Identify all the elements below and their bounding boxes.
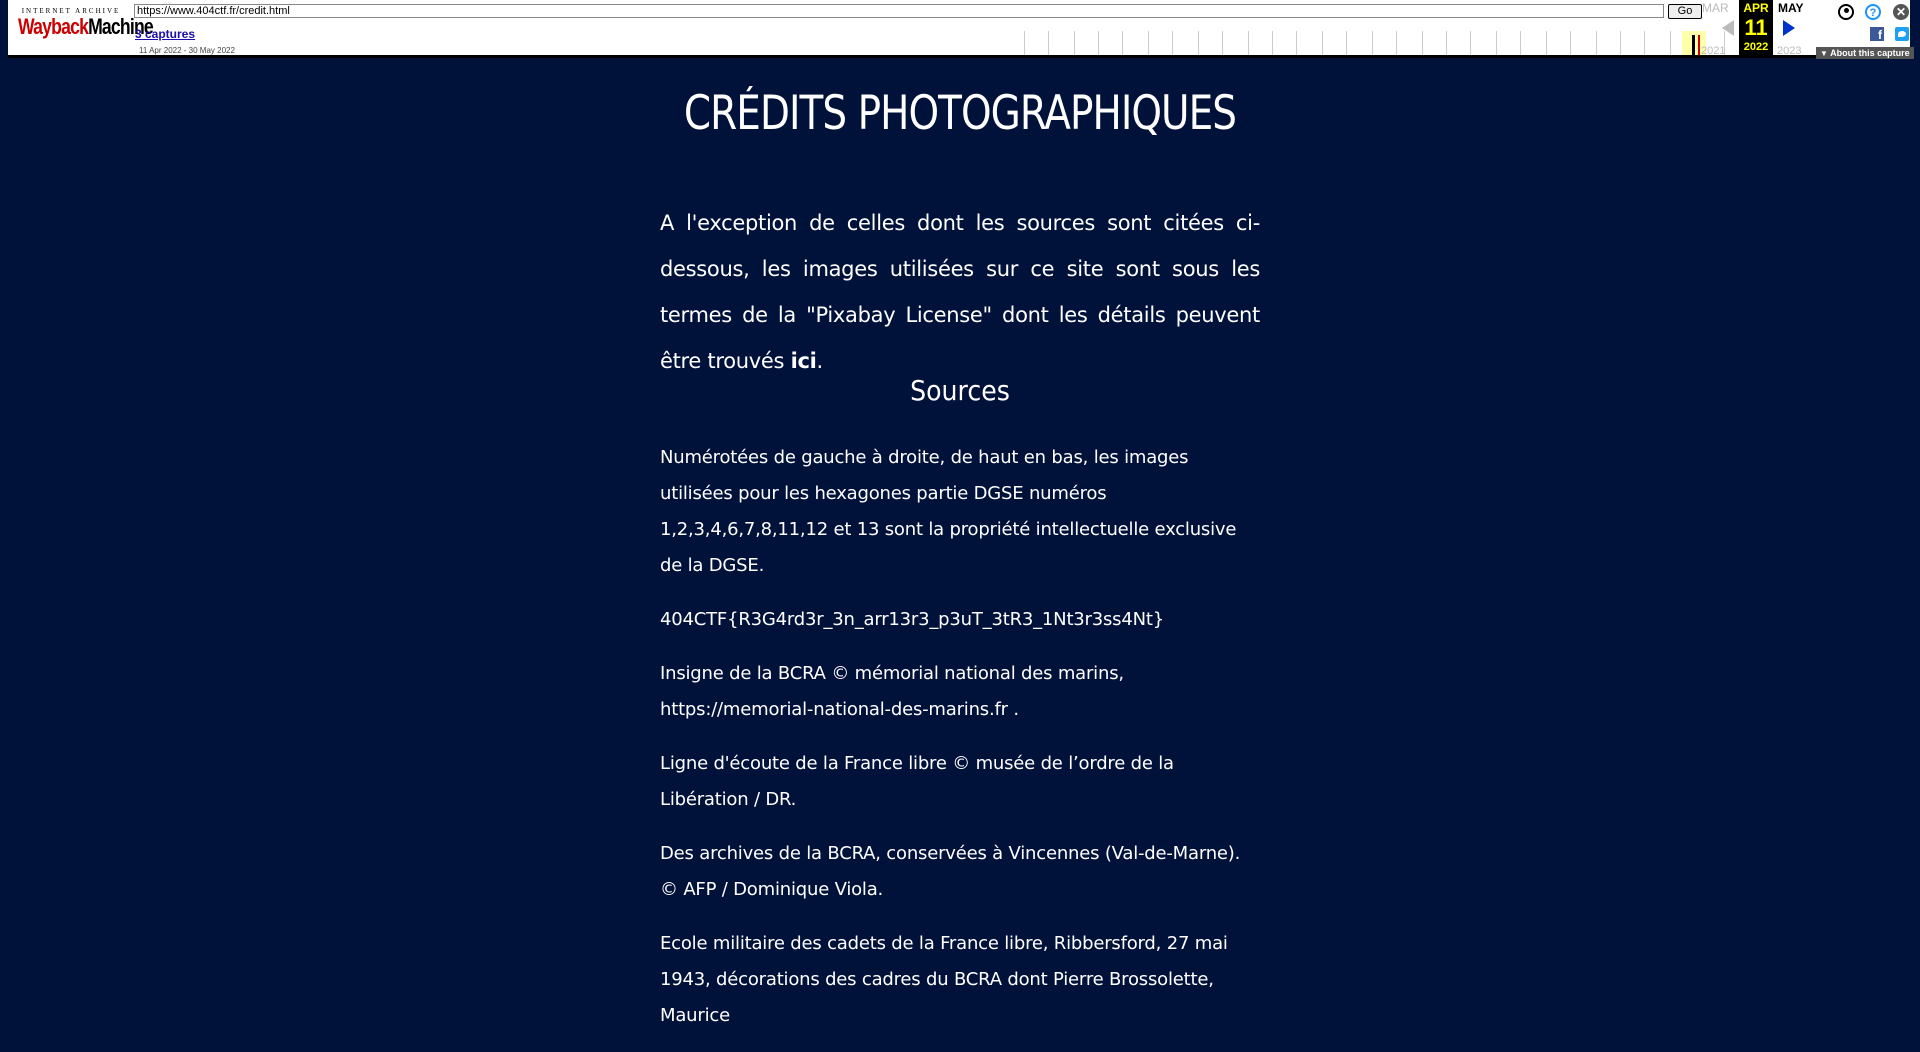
intro-end: .: [816, 349, 824, 373]
source-item: Numérotées de gauche à droite, de haut e…: [660, 447, 1237, 576]
sources-heading: Sources: [910, 374, 1010, 407]
current-day: 11: [1744, 15, 1768, 40]
facebook-icon[interactable]: f: [1870, 27, 1884, 42]
twitter-icon[interactable]: [1895, 27, 1909, 41]
prev-month-label[interactable]: MAR: [1702, 1, 1729, 15]
page-title: CRÉDITS PHOTOGRAPHIQUES: [683, 86, 1237, 141]
go-button[interactable]: Go: [1668, 4, 1702, 19]
wayback-logo-wayback: Wayback: [18, 14, 89, 39]
close-icon[interactable]: ✕: [1893, 4, 1909, 20]
capture-date-range: 11 Apr 2022 - 30 May 2022: [139, 46, 235, 55]
wayback-toolbar-panel: INTERNET ARCHIVE WaybackMachine https://…: [8, 0, 1914, 59]
about-capture-button[interactable]: About this capture: [1816, 47, 1914, 59]
wayback-logo-main: WaybackMachine: [18, 14, 154, 39]
current-year: 2022: [1743, 41, 1769, 53]
current-capture-date: APR 11 2022: [1739, 0, 1773, 58]
source-item: Ligne d'écoute de la France libre © musé…: [660, 753, 1174, 810]
source-item: Insigne de la BCRA © mémorial national d…: [660, 663, 1124, 720]
source-item: 404CTF{R3G4rd3r_3n_arr13r3_p3uT_3tR3_1Nt…: [660, 609, 1164, 630]
prev-capture-arrow-icon[interactable]: [1722, 20, 1734, 36]
sparkline-current-mark: [1698, 35, 1700, 55]
user-icon[interactable]: [1838, 4, 1854, 20]
sources-list: Numérotées de gauche à droite, de haut e…: [660, 440, 1260, 1052]
wayback-toolbar: INTERNET ARCHIVE WaybackMachine https://…: [0, 0, 1920, 64]
sparkline-capture-mark: [1692, 35, 1695, 55]
next-month-label[interactable]: MAY: [1778, 1, 1804, 15]
intro-text: A l'exception de celles dont les sources…: [660, 211, 1260, 373]
captures-link[interactable]: 3 captures: [135, 27, 195, 41]
wayback-logo[interactable]: INTERNET ARCHIVE WaybackMachine: [18, 7, 154, 51]
ici-link[interactable]: ici: [791, 349, 817, 373]
next-year-label[interactable]: 2023: [1777, 45, 1801, 57]
intro-paragraph: A l'exception de celles dont les sources…: [660, 200, 1260, 384]
source-item: Des archives de la BCRA, conservées à Vi…: [660, 843, 1241, 900]
url-input[interactable]: https://www.404ctf.fr/credit.html: [134, 4, 1664, 18]
current-month: APR: [1743, 1, 1769, 15]
next-capture-arrow-icon[interactable]: [1783, 20, 1795, 36]
capture-sparkline[interactable]: [1024, 31, 1738, 55]
help-icon[interactable]: ?: [1865, 4, 1881, 20]
source-item: Ecole militaire des cadets de la France …: [660, 933, 1228, 1026]
prev-year-label[interactable]: 2021: [1701, 45, 1725, 57]
